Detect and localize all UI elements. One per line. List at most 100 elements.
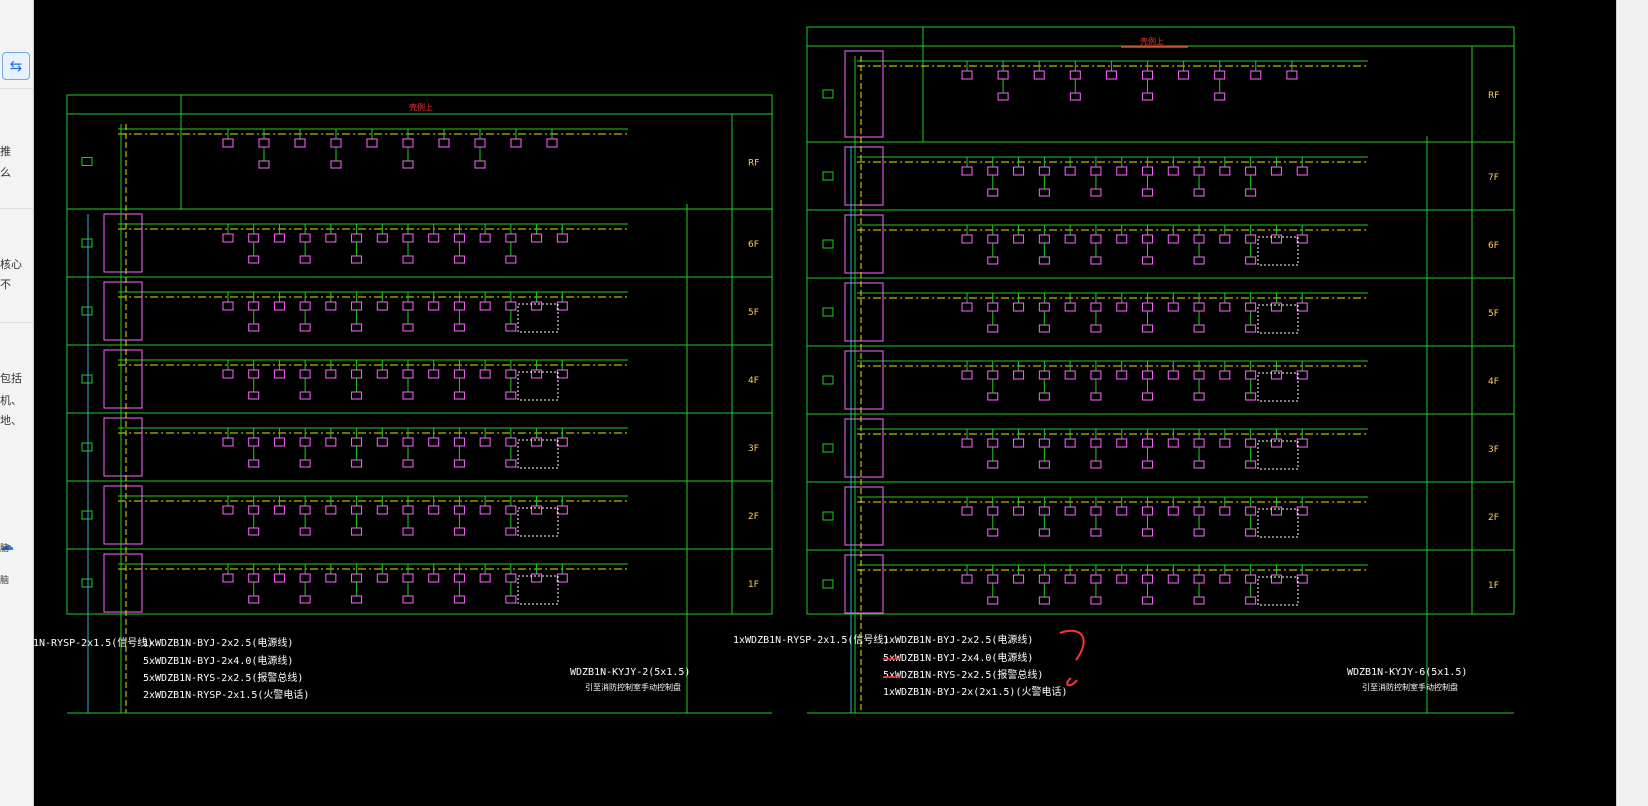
device-symbol [453,323,465,332]
sync-button-icon[interactable]: ⇆ [2,52,30,80]
device-symbol [987,392,999,401]
device-symbol [1090,324,1102,333]
cable-label: 5xWDZB1N-RYS-2x2.5(报警总线) [883,668,1043,681]
device-symbol [1038,370,1050,380]
floor-module-box [103,485,143,545]
device-symbol [1245,438,1257,448]
floor-terminal [822,239,834,249]
device-symbol [1142,166,1153,176]
panel-title: 壳例上 [1140,36,1164,46]
cable-label: 1N-RYSP-2x1.5(信号线) [33,636,153,649]
device-symbol [1038,574,1050,584]
sidebar-text: 推 [0,145,11,158]
device-symbol [299,573,311,583]
device-symbol [1105,70,1117,80]
device-symbol [1013,438,1025,448]
device-symbol [1245,324,1257,333]
cable-label: 5xWDZB1N-BYJ-2x4.0(电源线) [883,651,1033,664]
device-symbol [325,437,337,447]
device-symbol [1245,302,1257,312]
device-symbol [961,506,973,516]
device-symbol [273,301,285,311]
floor-terminal [81,306,93,316]
device-symbol [248,527,260,536]
valve-group-box [1257,372,1299,402]
device-symbol [351,391,363,400]
device-symbol [1064,166,1076,176]
device-symbol [453,301,465,311]
device-symbol [402,255,414,264]
device-symbol [1142,324,1153,333]
device-symbol [505,573,517,583]
device-symbol [505,301,517,311]
sidebar-text: 核心 [0,258,22,271]
riser-lines [87,124,688,713]
device-symbol [1038,166,1050,176]
floor-label: 6F [1488,241,1499,251]
device-symbol [479,573,491,583]
cad-drawing-canvas[interactable]: 壳例上 RF 6F 5F 4F 3F 2F 1F 1N-RYSP-2x1.5(信号线) 1x… [33,0,1617,806]
device-symbol [299,369,311,379]
device-symbol [222,301,234,311]
device-symbol [1219,302,1231,312]
device-symbol [505,527,517,536]
device-symbol [961,70,973,80]
device-symbol [510,138,522,148]
device-symbol [1245,574,1257,584]
floor-label: 7F [1488,173,1499,183]
panel-title: 壳例上 [409,102,433,112]
device-symbol [505,391,517,400]
sidebar-text: 脑 [0,576,10,586]
device-symbol [366,138,378,148]
floor-terminal [822,307,834,317]
device-symbol [402,369,414,379]
device-symbol [273,437,285,447]
device-symbol [299,505,311,515]
cable-label: 1xWDZB1N-BYJ-2x(2x1.5)(火警电话) [883,685,1068,698]
floor-label: 1F [748,580,759,590]
device-symbol [222,369,234,379]
valve-group-box [517,507,559,537]
sidebar-text: 地、 [0,414,22,427]
floor-label: 2F [1488,513,1499,523]
floor-label: 3F [748,444,759,454]
device-symbol [1142,528,1153,537]
main-cable-label: WDZB1N-KYJY-2(5x1.5) [570,667,690,678]
device-symbol [1245,234,1257,244]
device-symbol [1090,188,1102,197]
floor-label: RF [1488,91,1499,101]
floor-terminal [822,375,834,385]
left-sidebar: ⇆ 推 么 核心 不 包括 机、 地、 ☁ 脑 脑 [0,0,34,806]
device-symbol [505,233,517,243]
device-symbol [402,138,414,148]
vertical-scrollbar[interactable] [1616,0,1648,806]
device-symbol [402,391,414,400]
device-symbol [428,301,440,311]
device-symbol [1219,574,1231,584]
device-symbol [273,505,285,515]
panel-frame [806,26,1515,615]
device-symbol [1245,392,1257,401]
device-symbol [1064,234,1076,244]
device-symbol [505,369,517,379]
device-symbol [351,301,363,311]
device-symbol [248,459,260,468]
device-symbol [428,369,440,379]
floor-terminal [822,89,834,99]
device-symbol [1013,234,1025,244]
device-symbol [273,369,285,379]
device-symbol [294,138,306,148]
device-symbol [376,369,388,379]
main-cable-note: 引至消防控制室手动控制盘 [585,682,681,692]
device-symbol [556,369,568,379]
device-symbol [453,505,465,515]
device-symbol [961,234,973,244]
sidebar-text: 脑 [0,544,10,554]
device-symbol [428,233,440,243]
device-symbol [325,233,337,243]
device-symbol [258,160,270,169]
device-symbol [453,437,465,447]
device-symbol [222,573,234,583]
device-symbol [1193,596,1205,605]
device-symbol [1038,506,1050,516]
